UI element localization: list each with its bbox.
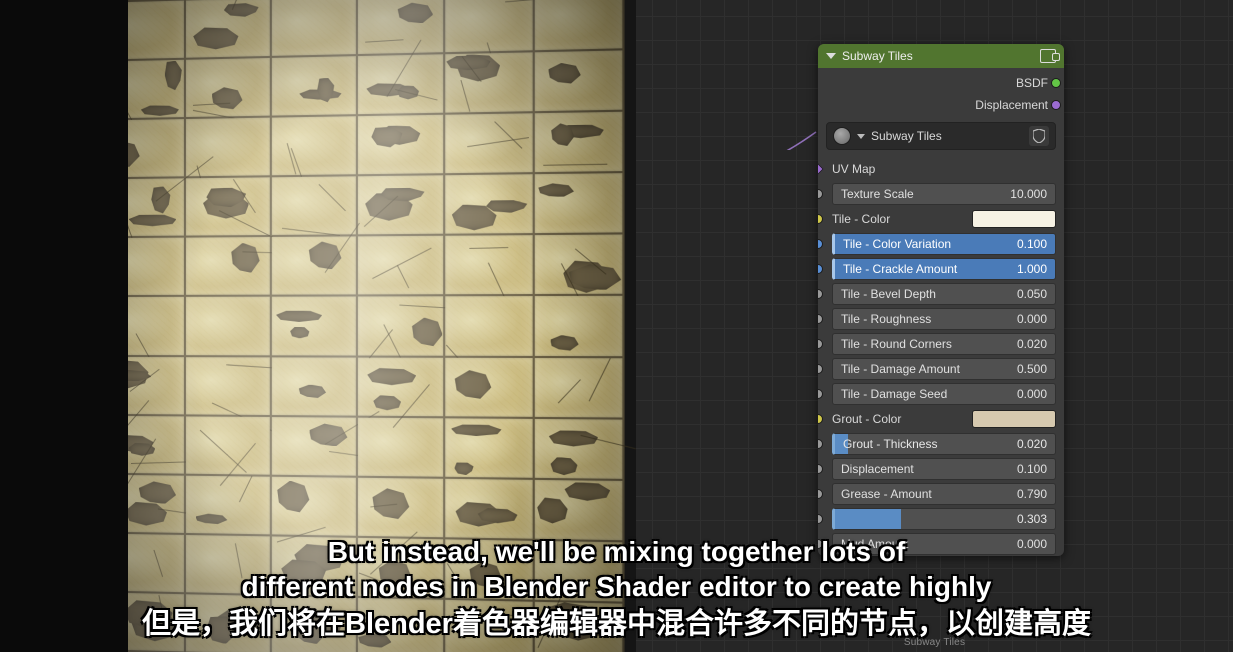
slider-grout_thick[interactable]: Grout - Thickness 0.020 bbox=[832, 433, 1056, 455]
param-label-texture_scale: Texture Scale bbox=[841, 187, 914, 201]
param-label-tile_crackle: Tile - Crackle Amount bbox=[843, 262, 957, 276]
node-header[interactable]: Subway Tiles bbox=[818, 44, 1064, 68]
slider-tile_crackle[interactable]: Tile - Crackle Amount 1.000 bbox=[832, 258, 1056, 280]
socket-input-tile_crackle[interactable] bbox=[818, 264, 823, 274]
socket-output-displacement[interactable] bbox=[1051, 100, 1061, 110]
output-displacement-label: Displacement bbox=[975, 98, 1048, 112]
nodegroup-datablock[interactable]: Subway Tiles bbox=[826, 122, 1056, 150]
param-label-tile_color_var: Tile - Color Variation bbox=[843, 237, 951, 251]
rendered-wall bbox=[128, 0, 625, 652]
slider-displacement[interactable]: Displacement 0.100 bbox=[832, 458, 1056, 480]
param-tile_bevel: Tile - Bevel Depth 0.050 bbox=[818, 281, 1064, 306]
param-label-tile_round: Tile - Round Corners bbox=[841, 337, 952, 351]
viewport-3d[interactable]: y z bbox=[128, 0, 636, 652]
socket-input-tile_color_var[interactable] bbox=[818, 239, 823, 249]
param-value-mud_amt: 0.000 bbox=[1017, 537, 1047, 551]
slider-tile_dmg_seed[interactable]: Tile - Damage Seed 0.000 bbox=[832, 383, 1056, 405]
nodegroup-icon bbox=[833, 127, 851, 145]
param-grout_color: Grout - Color bbox=[818, 406, 1064, 431]
param-label-tile_bevel: Tile - Bevel Depth bbox=[841, 287, 936, 301]
nodegroup-name[interactable]: Subway Tiles bbox=[871, 129, 1023, 143]
node-subway-tiles[interactable]: Subway Tiles BSDF Displacement Subway Ti… bbox=[818, 44, 1064, 556]
output-bsdf: BSDF bbox=[826, 72, 1056, 94]
slider-grease_amt[interactable]: Grease - Amount 0.790 bbox=[832, 483, 1056, 505]
param-texture_scale: Texture Scale 10.000 bbox=[818, 181, 1064, 206]
param-tile_color_var: Tile - Color Variation 0.100 bbox=[818, 231, 1064, 256]
param-label-grease_amt: Grease - Amount bbox=[841, 487, 932, 501]
slider-tile_rough[interactable]: Tile - Roughness 0.000 bbox=[832, 308, 1056, 330]
param-label-mud_amt: Mud Amount bbox=[841, 537, 908, 551]
slider-texture_scale[interactable]: Texture Scale 10.000 bbox=[832, 183, 1056, 205]
param-grease_amt: Grease - Amount 0.790 bbox=[818, 481, 1064, 506]
param-value-tile_round: 0.020 bbox=[1017, 337, 1047, 351]
socket-input-tile_rough[interactable] bbox=[818, 314, 823, 324]
param-value-tile_dmg_amt: 0.500 bbox=[1017, 362, 1047, 376]
param-value-displacement: 0.100 bbox=[1017, 462, 1047, 476]
color-swatch-grout_color[interactable] bbox=[972, 410, 1056, 428]
slider-tile_bevel[interactable]: Tile - Bevel Depth 0.050 bbox=[832, 283, 1056, 305]
slider-tile_color_var[interactable]: Tile - Color Variation 0.100 bbox=[832, 233, 1056, 255]
param-value-texture_scale: 10.000 bbox=[1010, 187, 1047, 201]
param-tile_rough: Tile - Roughness 0.000 bbox=[818, 306, 1064, 331]
socket-input-texture_scale[interactable] bbox=[818, 189, 823, 199]
output-bsdf-label: BSDF bbox=[1016, 76, 1048, 90]
socket-input-param_0303[interactable] bbox=[818, 514, 823, 524]
param-param_0303: 0.303 bbox=[818, 506, 1064, 531]
socket-input-grease_amt[interactable] bbox=[818, 489, 823, 499]
socket-input-grout_color[interactable] bbox=[818, 414, 823, 424]
param-displacement: Displacement 0.100 bbox=[818, 456, 1064, 481]
slider-tile_dmg_amt[interactable]: Tile - Damage Amount 0.500 bbox=[832, 358, 1056, 380]
input-uv-map-label: UV Map bbox=[832, 162, 875, 176]
node-title: Subway Tiles bbox=[842, 49, 913, 63]
param-tile_color: Tile - Color bbox=[818, 206, 1064, 231]
param-label-tile_dmg_amt: Tile - Damage Amount bbox=[841, 362, 960, 376]
collapse-toggle-icon[interactable] bbox=[826, 53, 836, 59]
socket-input-mud_amt[interactable] bbox=[818, 539, 823, 549]
slider-param_0303[interactable]: 0.303 bbox=[832, 508, 1056, 530]
slider-mud_amt[interactable]: Mud Amount 0.000 bbox=[832, 533, 1056, 555]
param-label-displacement: Displacement bbox=[841, 462, 914, 476]
param-label-grout_thick: Grout - Thickness bbox=[843, 437, 937, 451]
param-value-tile_rough: 0.000 bbox=[1017, 312, 1047, 326]
param-value-tile_crackle: 1.000 bbox=[1017, 262, 1047, 276]
node-options-icon[interactable] bbox=[1040, 49, 1056, 63]
param-label-tile_color: Tile - Color bbox=[832, 212, 964, 226]
param-value-tile_color_var: 0.100 bbox=[1017, 237, 1047, 251]
fake-user-shield-icon[interactable] bbox=[1029, 126, 1049, 146]
socket-input-displacement[interactable] bbox=[818, 464, 823, 474]
socket-input-tile_color[interactable] bbox=[818, 214, 823, 224]
slider-tile_round[interactable]: Tile - Round Corners 0.020 bbox=[832, 333, 1056, 355]
param-value-tile_dmg_seed: 0.000 bbox=[1017, 387, 1047, 401]
socket-output-bsdf[interactable] bbox=[1051, 78, 1061, 88]
chevron-down-icon[interactable] bbox=[857, 134, 865, 139]
param-tile_dmg_amt: Tile - Damage Amount 0.500 bbox=[818, 356, 1064, 381]
param-value-grout_thick: 0.020 bbox=[1017, 437, 1047, 451]
param-mud_amt: Mud Amount 0.000 bbox=[818, 531, 1064, 556]
shader-node-editor[interactable]: Subway Tiles BSDF Displacement Subway Ti… bbox=[636, 0, 1233, 652]
param-label-tile_dmg_seed: Tile - Damage Seed bbox=[841, 387, 947, 401]
param-tile_crackle: Tile - Crackle Amount 1.000 bbox=[818, 256, 1064, 281]
color-swatch-tile_color[interactable] bbox=[972, 210, 1056, 228]
socket-input-tile_round[interactable] bbox=[818, 339, 823, 349]
param-value-grease_amt: 0.790 bbox=[1017, 487, 1047, 501]
param-tile_dmg_seed: Tile - Damage Seed 0.000 bbox=[818, 381, 1064, 406]
output-displacement: Displacement bbox=[826, 94, 1056, 116]
param-label-grout_color: Grout - Color bbox=[832, 412, 964, 426]
socket-input-tile_bevel[interactable] bbox=[818, 289, 823, 299]
param-label-tile_rough: Tile - Roughness bbox=[841, 312, 931, 326]
socket-input-tile_dmg_amt[interactable] bbox=[818, 364, 823, 374]
param-tile_round: Tile - Round Corners 0.020 bbox=[818, 331, 1064, 356]
node-editor-footer-label: Subway Tiles bbox=[636, 637, 1233, 648]
socket-input-uvmap[interactable] bbox=[818, 162, 824, 175]
socket-input-tile_dmg_seed[interactable] bbox=[818, 389, 823, 399]
socket-input-grout_thick[interactable] bbox=[818, 439, 823, 449]
param-value-tile_bevel: 0.050 bbox=[1017, 287, 1047, 301]
input-uv-map: UV Map bbox=[818, 156, 1064, 181]
param-value-param_0303: 0.303 bbox=[1017, 512, 1047, 526]
param-grout_thick: Grout - Thickness 0.020 bbox=[818, 431, 1064, 456]
